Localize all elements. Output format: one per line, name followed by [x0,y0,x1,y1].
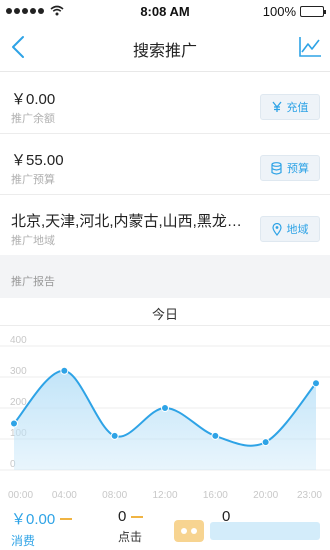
data-point [60,366,69,375]
clicks-legend-dash [131,515,144,518]
database-icon [271,161,282,175]
x-tick-label: 00:00 [8,490,33,501]
nav-bar: 搜索推广 [0,22,330,72]
status-bar: 8:08 AM 100% [0,0,330,22]
data-point [261,438,270,447]
region-button[interactable]: 地域 [260,216,320,242]
data-point [10,419,18,428]
battery-indicator: 100% [262,4,326,19]
yen-icon [271,101,282,113]
report-chart-card: 今日 010020030040000:0004:0008:0012:0016:0… [0,298,330,508]
cost-legend-dash [60,517,73,520]
clicks-value: 0 [118,508,127,525]
data-point [211,431,220,440]
tab-today[interactable]: 今日 [0,298,330,326]
region-value: 北京,天津,河北,内蒙古,山西,黑龙… [11,213,242,230]
battery-icon [300,6,326,17]
location-pin-icon [271,222,282,236]
region-row: 北京,天津,河北,内蒙古,山西,黑龙… 推广地域 地域 [0,195,330,256]
x-tick-label: 08:00 [102,490,127,501]
cost-stat[interactable]: ￥0.00 消费 [11,508,73,549]
clicks-stat[interactable]: 0 点击 [118,508,144,545]
report-section-title: 推广报告 [11,276,55,288]
x-tick-label: 23:00 [297,490,322,501]
y-tick-label: 300 [10,366,27,377]
y-tick-label: 400 [10,335,27,346]
x-tick-label: 12:00 [152,490,177,501]
recharge-label: 充值 [286,102,309,114]
balance-value: ￥0.00 [11,91,56,108]
cost-label: 消费 [11,534,36,548]
cost-value: ￥0.00 [11,511,56,528]
data-point [110,431,119,440]
y-tick-label: 200 [10,397,27,408]
budget-value: ￥55.00 [11,152,64,169]
x-tick-label: 04:00 [52,490,77,501]
battery-percent: 100% [262,4,296,19]
budget-row: ￥55.00 推广预算 预算 [0,134,330,195]
budget-button-label: 预算 [287,163,309,175]
region-button-label: 地域 [286,224,309,236]
clicks-label: 点击 [118,530,143,544]
budget-button[interactable]: 预算 [260,155,320,181]
budget-label: 推广预算 [11,174,55,186]
data-point [161,404,169,412]
x-tick-label: 16:00 [203,490,228,501]
balance-row: ￥0.00 推广余额 充值 [0,73,330,134]
watermark-logo [174,520,320,542]
data-point [312,379,320,388]
recharge-button[interactable]: 充值 [260,94,320,120]
region-label: 推广地域 [11,235,55,247]
balance-label: 推广余额 [11,113,55,125]
stats-footer: ￥0.00 消费 0 点击 0 [0,508,330,550]
x-tick-label: 20:00 [253,490,278,501]
page-title: 搜索推广 [132,43,197,60]
report-section-header: 推广报告 [0,255,330,298]
trend-chart: 010020030040000:0004:0008:0012:0016:0020… [0,335,330,501]
series-area [14,370,316,470]
line-chart-icon[interactable] [298,36,322,58]
